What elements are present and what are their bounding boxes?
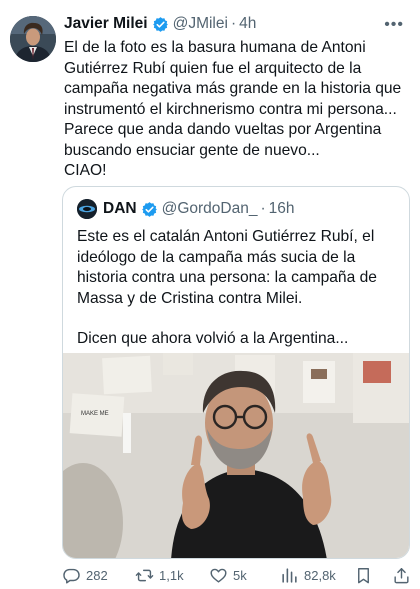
bookmark-icon [358, 567, 369, 583]
timestamp[interactable]: 4h [239, 15, 256, 33]
quoted-text-line: ideólogo de la campaña más sucia de la [77, 248, 356, 266]
verified-badge-icon [141, 201, 157, 217]
like-icon [210, 568, 227, 583]
quoted-photo[interactable]: MAKE ME [63, 353, 410, 559]
quoted-timestamp[interactable]: 16h [269, 200, 295, 218]
avatar-image [10, 16, 56, 62]
tweet-header: Javier Milei @JMilei · 4h [64, 14, 256, 34]
tweet-text-line: CIAO! [64, 162, 107, 179]
separator-dot: · [260, 200, 266, 217]
avatar[interactable] [10, 16, 56, 62]
quoted-text-line: Este es el catalán Antoni Gutiérrez Rubí… [77, 228, 375, 245]
more-dots-icon[interactable]: ••• [384, 16, 404, 34]
reply-icon [63, 568, 80, 583]
views-icon [282, 567, 297, 583]
tweet-text-line: El de la foto es la basura humana de Ant… [64, 39, 366, 56]
tweet-text-line: campaña negativa más grande en la histor… [64, 80, 402, 97]
quoted-author-handle[interactable]: @GordoDan_ [162, 200, 258, 218]
views-count: 82,8k [304, 567, 336, 583]
tweet-text-line: instrumentó el kirchnerismo contra mi pe… [64, 100, 397, 118]
reply-count: 282 [86, 567, 108, 583]
tweet-text-line: buscando ensuciar gente de nuevo... [64, 141, 320, 159]
like-count: 5k [233, 567, 247, 583]
quoted-text-line: Dicen que ahora volvió a la Argentina... [77, 330, 349, 347]
bookmark-button[interactable] [354, 564, 378, 586]
reply-button[interactable]: 282 [62, 564, 108, 586]
quoted-author-name[interactable]: DAN [103, 200, 137, 218]
tweet-text-line: Parece que anda dando vueltas por Argent… [64, 121, 382, 138]
quoted-text-line: historia contra una persona: la campaña … [77, 269, 377, 286]
share-button[interactable] [392, 564, 416, 586]
quoted-tweet-text: Este es el catalán Antoni Gutiérrez Rubí… [77, 227, 401, 350]
quoted-tweet-header: DAN @GordoDan_ · 16h [77, 199, 295, 219]
repost-count: 1,1k [159, 567, 184, 583]
quoted-text-line: Massa y de Cristina contra Milei. [77, 289, 303, 307]
like-button[interactable]: 5k [209, 564, 247, 586]
repost-button[interactable]: 1,1k [135, 564, 184, 586]
quoted-tweet[interactable]: DAN @GordoDan_ · 16h Este es el catalán … [62, 186, 410, 559]
svg-text:MAKE ME: MAKE ME [81, 411, 109, 417]
share-icon [394, 567, 409, 583]
quoted-avatar[interactable] [77, 199, 97, 219]
tweet-text-line: Gutiérrez Rubí quien fue el arquitecto d… [64, 59, 362, 77]
repost-icon [135, 569, 154, 581]
tweet[interactable]: Javier Milei @JMilei · 4h ••• El de la f… [0, 0, 420, 589]
quoted-avatar-image [77, 199, 97, 219]
separator-dot: · [230, 15, 237, 32]
views-button[interactable]: 82,8k [280, 564, 336, 586]
tweet-text: El de la foto es la basura humana de Ant… [64, 38, 410, 182]
verified-badge-icon [152, 16, 168, 32]
author-handle[interactable]: @JMilei [173, 15, 228, 33]
author-name[interactable]: Javier Milei [64, 15, 148, 33]
action-bar: 282 1,1k 5k 82,8k [62, 564, 414, 586]
